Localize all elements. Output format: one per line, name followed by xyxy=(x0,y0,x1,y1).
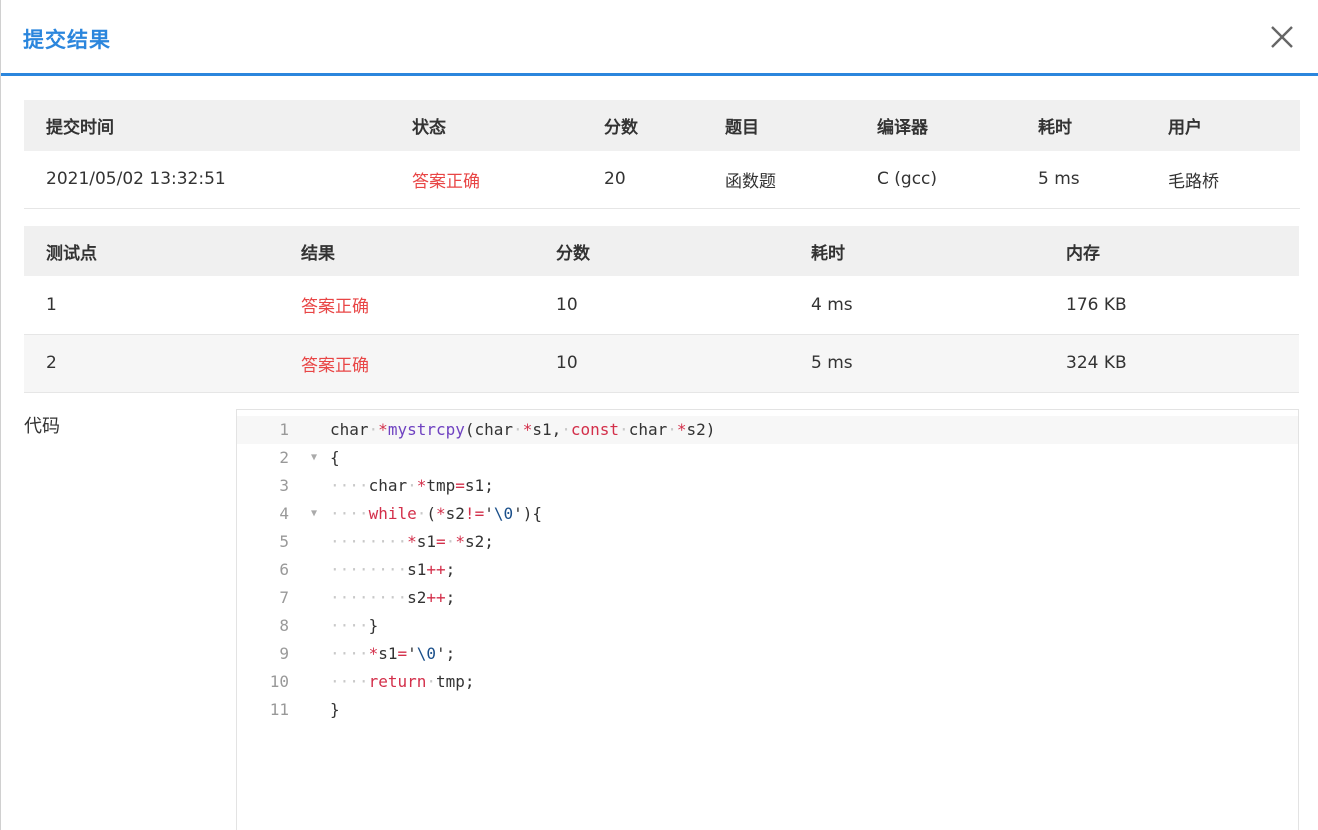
code-line[interactable]: 8 ····} xyxy=(237,612,1298,640)
table-header-row: 测试点 结果 分数 耗时 内存 xyxy=(24,226,1299,276)
code-line[interactable]: 1 char·*mystrcpy(char·*s1,·const·char·*s2… xyxy=(237,416,1298,444)
table-header-row: 提交时间 状态 分数 题目 编译器 耗时 用户 xyxy=(24,100,1300,151)
table-row: 1 答案正确 10 4 ms 176 KB xyxy=(24,276,1299,334)
code-line[interactable]: 6 ········s1++; xyxy=(237,556,1298,584)
column-header: 分数 xyxy=(582,100,703,151)
code-text: } xyxy=(330,700,340,719)
testcase-result: 答案正确 xyxy=(301,297,369,318)
testcase-table: 测试点 结果 分数 耗时 内存 1 答案正确 10 4 ms 176 KB 2 … xyxy=(24,226,1299,393)
testcase-score: 10 xyxy=(556,294,578,315)
code-text: ····while·(*s2!='\0'){ xyxy=(330,504,543,523)
code-text: ····*s1='\0'; xyxy=(330,644,456,663)
line-number: 8 xyxy=(279,616,289,635)
column-header: 用户 xyxy=(1146,100,1300,151)
testcase-id: 2 xyxy=(46,353,57,373)
code-line[interactable]: 10 ····return·tmp; xyxy=(237,668,1298,696)
line-number: 7 xyxy=(279,588,289,607)
testcase-memory: 176 KB xyxy=(1066,294,1127,315)
problem-type: 函数题 xyxy=(725,171,776,192)
line-number: 6 xyxy=(279,560,289,579)
code-line[interactable]: 11} xyxy=(237,696,1298,724)
column-header: 编译器 xyxy=(855,100,1016,151)
fold-arrow-icon[interactable]: ▼ xyxy=(311,500,317,528)
code-text: ····} xyxy=(330,616,379,635)
line-number: 4 xyxy=(279,504,289,523)
code-text: char·*mystrcpy(char·*s1,·const·char·*s2) xyxy=(330,420,716,439)
status-badge: 答案正确 xyxy=(412,171,480,192)
code-line[interactable]: 2 ▼ { xyxy=(237,444,1298,472)
code-line[interactable]: 9 ····*s1='\0'; xyxy=(237,640,1298,668)
time-used: 5 ms xyxy=(1038,169,1080,190)
table-row: 2021/05/02 13:32:51 答案正确 20 函数题 C (gcc) … xyxy=(24,151,1300,208)
table-row: 2 答案正确 10 5 ms 324 KB xyxy=(24,334,1299,392)
line-number: 10 xyxy=(269,672,289,691)
fold-arrow-icon[interactable]: ▼ xyxy=(311,444,317,472)
submission-summary-table: 提交时间 状态 分数 题目 编译器 耗时 用户 2021/05/02 13:32… xyxy=(24,100,1300,209)
code-text: ········s2++; xyxy=(330,588,456,607)
score: 20 xyxy=(604,169,626,190)
code-line[interactable]: 7 ········s2++; xyxy=(237,584,1298,612)
code-text: ········s1++; xyxy=(330,560,456,579)
code-text: { xyxy=(330,448,340,467)
submit-time: 2021/05/02 13:32:51 xyxy=(46,169,226,190)
column-header: 分数 xyxy=(534,226,789,276)
column-header: 测试点 xyxy=(24,226,279,276)
column-header: 结果 xyxy=(279,226,534,276)
code-line[interactable]: 4 ▼ ····while·(*s2!='\0'){ xyxy=(237,500,1298,528)
column-header: 耗时 xyxy=(1016,100,1146,151)
user-name: 毛路桥 xyxy=(1168,171,1219,192)
code-editor[interactable]: 1 char·*mystrcpy(char·*s1,·const·char·*s2… xyxy=(236,409,1299,830)
column-header: 提交时间 xyxy=(24,100,390,151)
compiler: C (gcc) xyxy=(877,169,938,190)
line-number: 2 xyxy=(279,448,289,467)
code-label: 代码 xyxy=(24,416,60,437)
code-text: ····char·*tmp=s1; xyxy=(330,476,494,495)
column-header: 状态 xyxy=(390,100,582,151)
testcase-score: 10 xyxy=(556,353,578,373)
line-number: 1 xyxy=(279,420,289,439)
testcase-time: 5 ms xyxy=(811,353,853,373)
submission-result-dialog: 提交结果 提交时间 状态 分数 题目 编译器 耗时 用户 2021/05/02 … xyxy=(0,0,1318,830)
testcase-memory: 324 KB xyxy=(1066,353,1127,373)
testcase-result: 答案正确 xyxy=(301,355,369,376)
column-header: 耗时 xyxy=(789,226,1044,276)
code-line[interactable]: 3 ····char·*tmp=s1; xyxy=(237,472,1298,500)
close-icon[interactable] xyxy=(1267,22,1297,52)
line-number: 9 xyxy=(279,644,289,663)
dialog-title: 提交结果 xyxy=(23,28,111,52)
testcase-time: 4 ms xyxy=(811,294,853,315)
code-text: ········*s1=·*s2; xyxy=(330,532,494,551)
testcase-id: 1 xyxy=(46,294,57,315)
column-header: 内存 xyxy=(1044,226,1299,276)
dialog-header: 提交结果 xyxy=(1,0,1318,76)
line-number: 3 xyxy=(279,476,289,495)
column-header: 题目 xyxy=(703,100,855,151)
code-line[interactable]: 5 ········*s1=·*s2; xyxy=(237,528,1298,556)
line-number: 11 xyxy=(269,700,289,719)
code-text: ····return·tmp; xyxy=(330,672,475,691)
line-number: 5 xyxy=(279,532,289,551)
